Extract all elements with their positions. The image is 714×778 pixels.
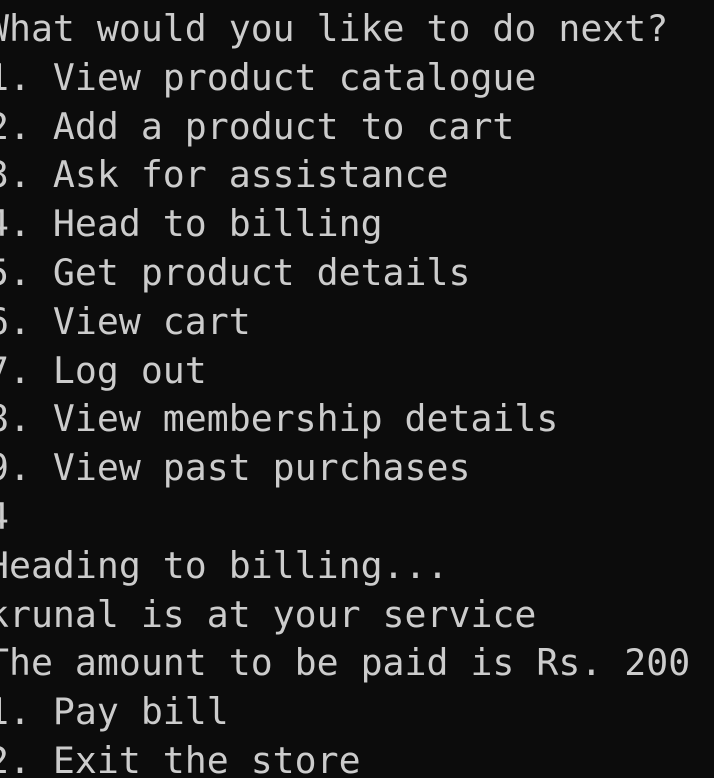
menu-option-add-to-cart: 2. Add a product to cart (0, 104, 515, 148)
menu-option-product-details: 5. Get product details (0, 250, 471, 294)
menu-prompt: What would you like to do next? (0, 7, 669, 50)
console-window[interactable]: What would you like to do next? 1. View … (0, 0, 714, 778)
amount-due-line: The amount to be paid is Rs. 200 (0, 641, 691, 685)
user-input-line: 4 (0, 497, 690, 546)
menu-option-head-to-billing: 4. Head to billing (0, 202, 383, 246)
billing-option-exit-store: 2. Exit the store (0, 738, 361, 778)
billing-option-pay-bill: 1. Pay bill (0, 690, 229, 734)
billing-status-line: Heading to billing... (0, 543, 449, 587)
service-message-line: krunal is at your service (0, 592, 537, 636)
menu-option-log-out: 7. Log out (0, 348, 207, 392)
menu-option-view-cart: 6. View cart (0, 299, 251, 343)
console-output: What would you like to do next? 1. View … (0, 9, 690, 778)
menu-option-membership-details: 8. View membership details (0, 397, 559, 441)
menu-option-view-catalogue: 1. View product catalogue (0, 55, 537, 99)
menu-option-ask-assistance: 3. Ask for assistance (0, 153, 449, 197)
menu-option-past-purchases: 9. View past purchases (0, 446, 471, 490)
